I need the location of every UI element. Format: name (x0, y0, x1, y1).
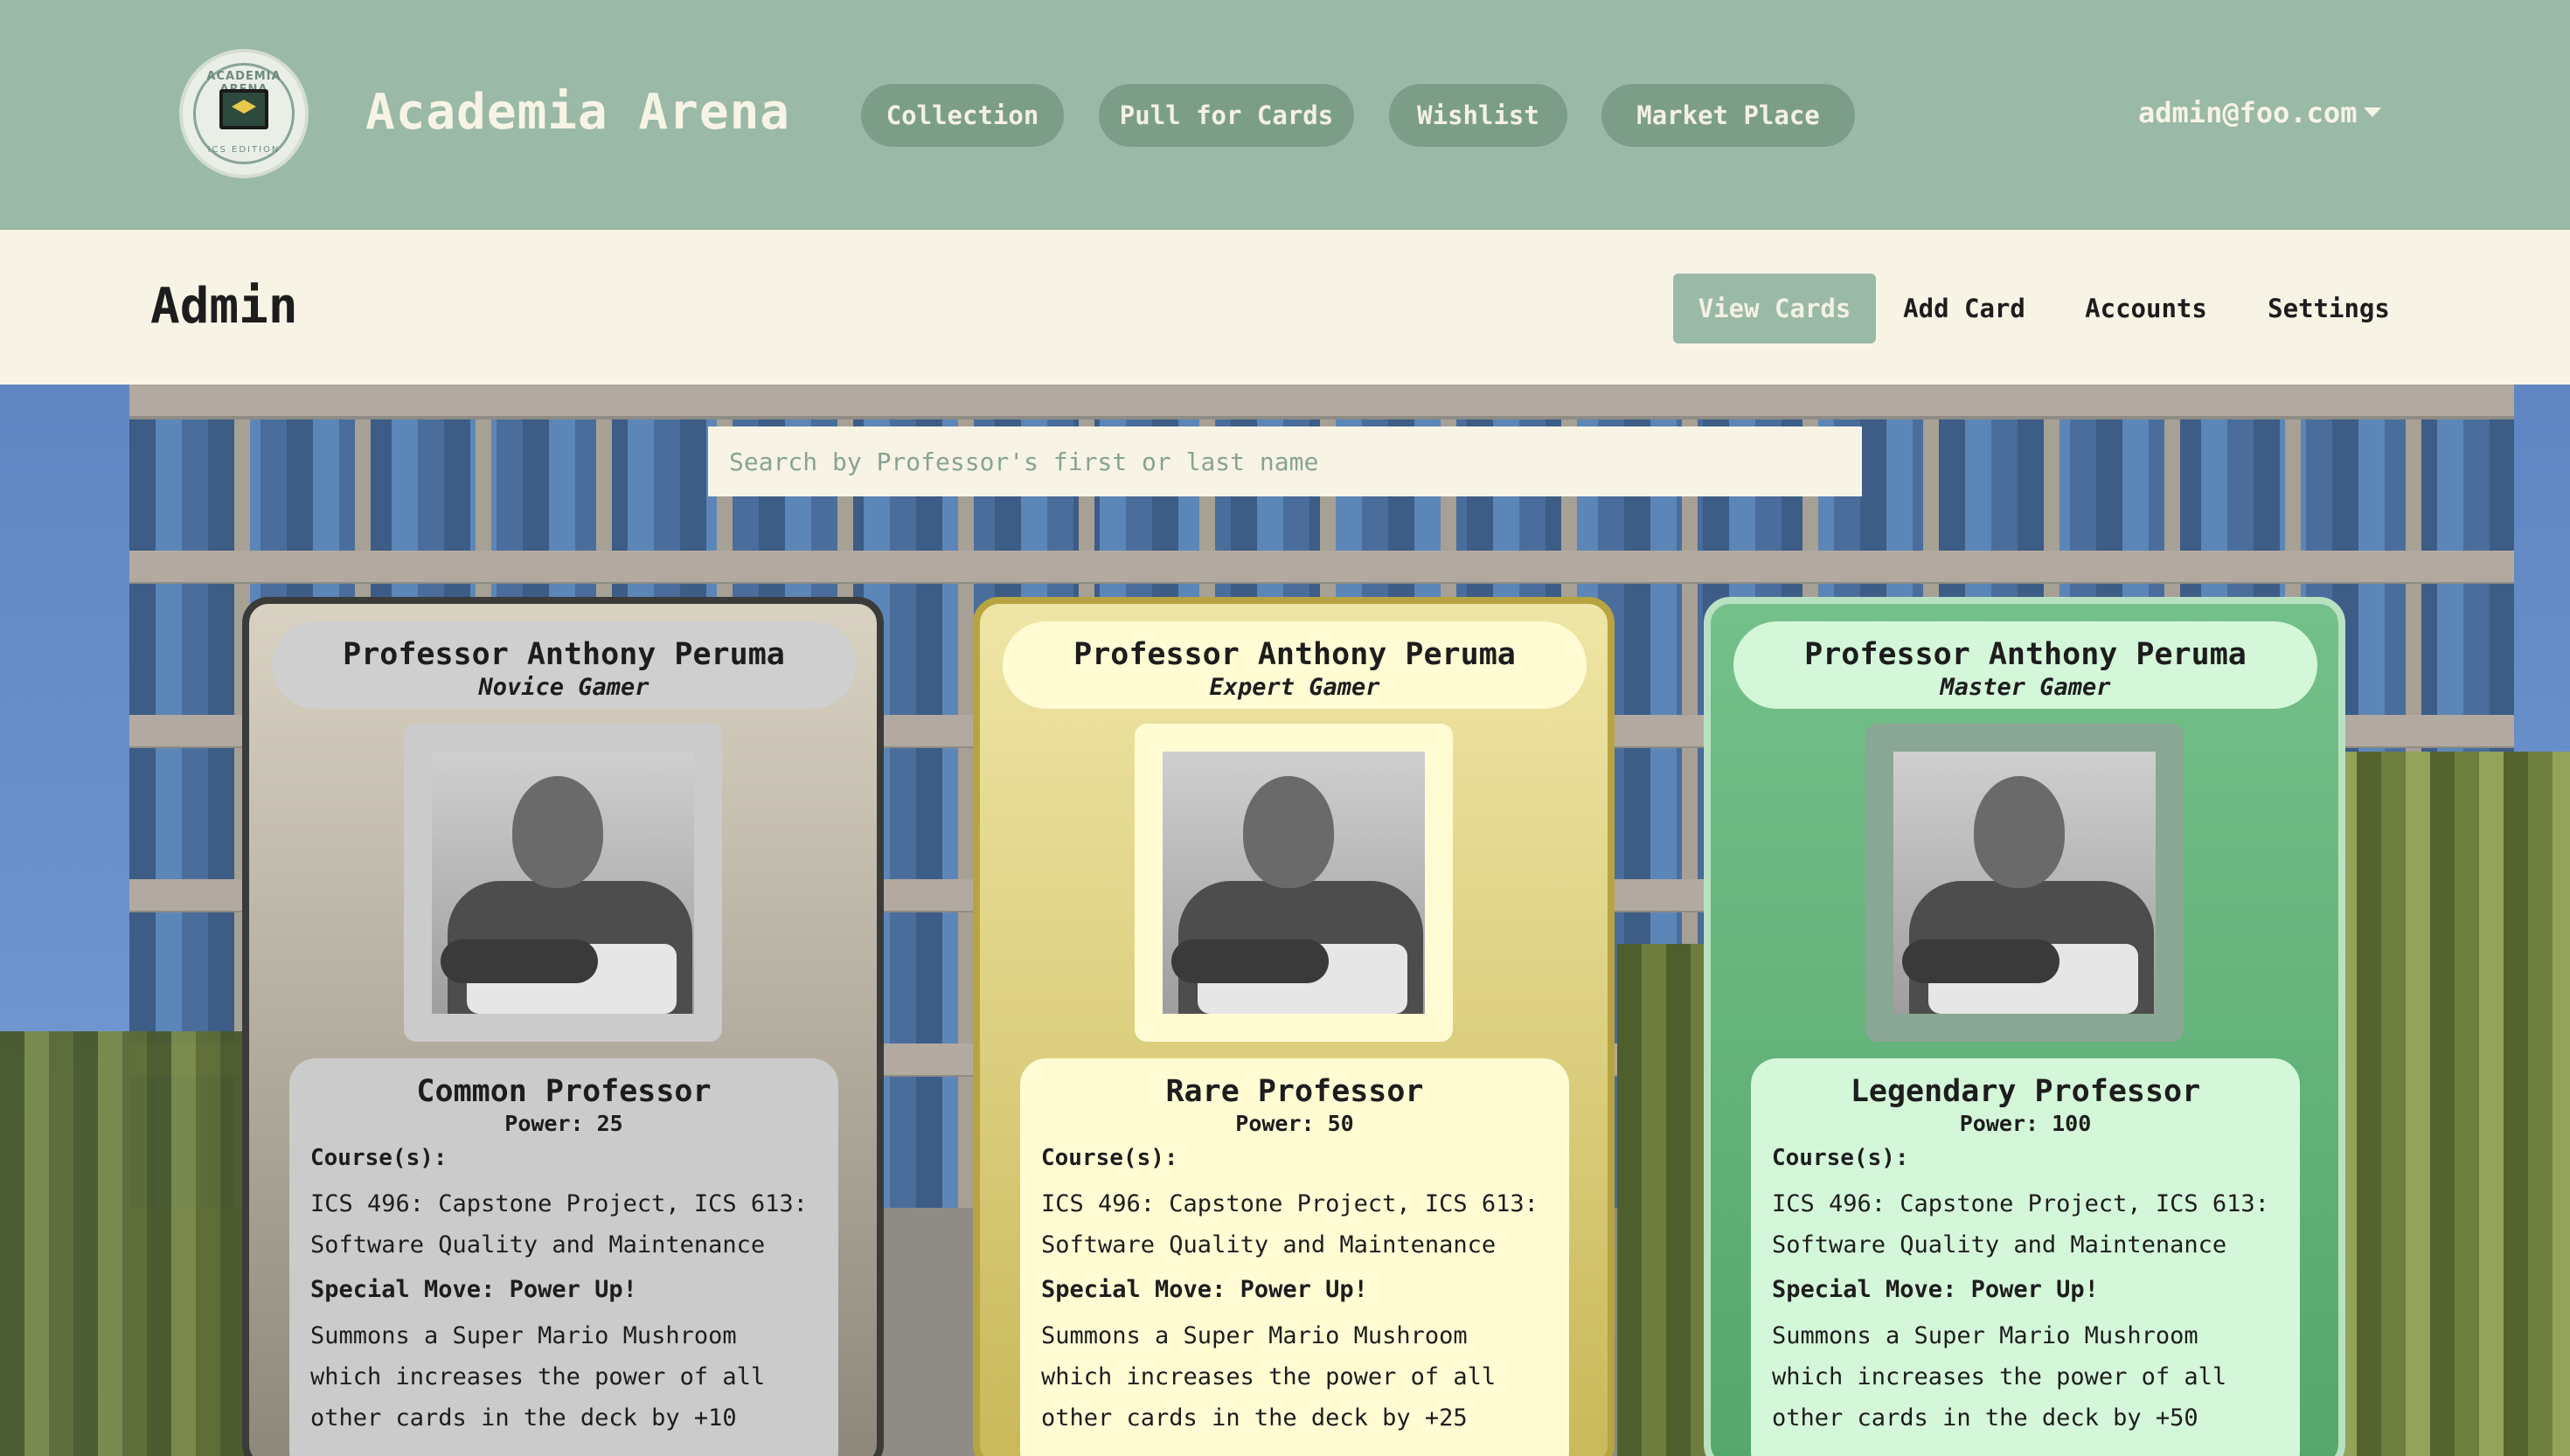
card-body: Legendary Professor Power: 100 Course(s)… (1751, 1058, 2300, 1456)
nav-market-place-button[interactable]: Market Place (1601, 84, 1855, 147)
card-courses: ICS 496: Capstone Project, ICS 613: Soft… (310, 1190, 808, 1258)
card-rarity: Common Professor (416, 1074, 712, 1109)
user-email: admin@foo.com (2138, 96, 2358, 129)
caret-down-icon (2364, 107, 2382, 117)
card-professor-name: Professor Anthony Peruma (343, 637, 785, 672)
top-navbar: ACADEMIA ARENA ICS EDITION Academia Aren… (0, 0, 2570, 230)
professor-photo (432, 752, 694, 1014)
nav-pull-for-cards-button[interactable]: Pull for Cards (1099, 84, 1354, 147)
card-courses-label: Course(s): (310, 1145, 448, 1171)
card-courses-label: Course(s): (1041, 1145, 1178, 1171)
page-title: Admin (150, 278, 298, 335)
professor-card-rare[interactable]: Professor Anthony Peruma Expert Gamer Ra… (973, 597, 1615, 1456)
chalkboard-icon (219, 89, 268, 129)
photo-head-shape (1974, 776, 2065, 888)
card-power: Power: 50 (1235, 1111, 1354, 1136)
nav-wishlist-button[interactable]: Wishlist (1389, 84, 1567, 147)
tab-view-cards[interactable]: View Cards (1673, 274, 1876, 343)
building-frame (129, 551, 2514, 582)
card-courses: ICS 496: Capstone Project, ICS 613: Soft… (1041, 1190, 1539, 1258)
professor-card-common[interactable]: Professor Anthony Peruma Novice Gamer Co… (242, 597, 884, 1456)
card-professor-name: Professor Anthony Peruma (1804, 637, 2247, 672)
card-professor-title: Master Gamer (1940, 674, 2111, 701)
card-photo-frame (1865, 724, 2184, 1042)
graduation-cap-icon (232, 100, 256, 114)
card-body: Common Professor Power: 25 Course(s): IC… (289, 1058, 838, 1456)
card-professor-name: Professor Anthony Peruma (1073, 637, 1516, 672)
photo-arm-shape (441, 939, 598, 983)
tab-add-card[interactable]: Add Card (1890, 274, 2039, 343)
card-professor-title: Novice Gamer (478, 674, 649, 701)
admin-subheader: Admin View Cards Add Card Accounts Setti… (0, 230, 2570, 385)
card-header: Professor Anthony Peruma Expert Gamer (1003, 621, 1587, 709)
professor-search-input[interactable] (708, 426, 1862, 496)
tab-settings[interactable]: Settings (2257, 274, 2400, 343)
card-power: Power: 25 (504, 1111, 623, 1136)
card-power: Power: 100 (1959, 1111, 2092, 1136)
card-header: Professor Anthony Peruma Master Gamer (1733, 621, 2317, 709)
tab-accounts[interactable]: Accounts (2070, 274, 2222, 343)
card-photo-frame (1135, 724, 1453, 1042)
card-special-move: Special Move: Power Up! (1772, 1276, 2099, 1303)
card-special-move: Special Move: Power Up! (1041, 1276, 1368, 1303)
card-description: Summons a Super Mario Mushroom which inc… (1772, 1322, 2227, 1432)
professor-photo (1163, 752, 1425, 1014)
user-dropdown[interactable]: admin@foo.com (2138, 96, 2382, 129)
photo-head-shape (512, 776, 603, 888)
card-description: Summons a Super Mario Mushroom which inc… (1041, 1322, 1497, 1432)
trees-right (2308, 752, 2570, 1456)
photo-arm-shape (1171, 939, 1329, 983)
building-frame (129, 385, 2514, 416)
card-professor-title: Expert Gamer (1209, 674, 1380, 701)
card-special-move: Special Move: Power Up! (310, 1276, 637, 1303)
logo-text-bottom: ICS EDITION (207, 145, 281, 155)
nav-collection-button[interactable]: Collection (861, 84, 1064, 147)
card-courses: ICS 496: Capstone Project, ICS 613: Soft… (1772, 1190, 2269, 1258)
card-courses-label: Course(s): (1772, 1145, 1909, 1171)
card-description: Summons a Super Mario Mushroom which inc… (310, 1322, 766, 1432)
card-header: Professor Anthony Peruma Novice Gamer (272, 621, 856, 709)
photo-arm-shape (1902, 939, 2059, 983)
card-rarity: Rare Professor (1165, 1074, 1424, 1109)
brand-title[interactable]: Academia Arena (365, 84, 790, 141)
card-photo-frame (404, 724, 722, 1042)
card-rarity: Legendary Professor (1850, 1074, 2201, 1109)
professor-photo (1893, 752, 2156, 1014)
card-body: Rare Professor Power: 50 Course(s): ICS … (1020, 1058, 1569, 1456)
trees-left (0, 1031, 254, 1456)
academia-arena-logo[interactable]: ACADEMIA ARENA ICS EDITION (179, 49, 309, 178)
professor-card-legendary[interactable]: Professor Anthony Peruma Master Gamer Le… (1704, 597, 2345, 1456)
photo-head-shape (1243, 776, 1334, 888)
